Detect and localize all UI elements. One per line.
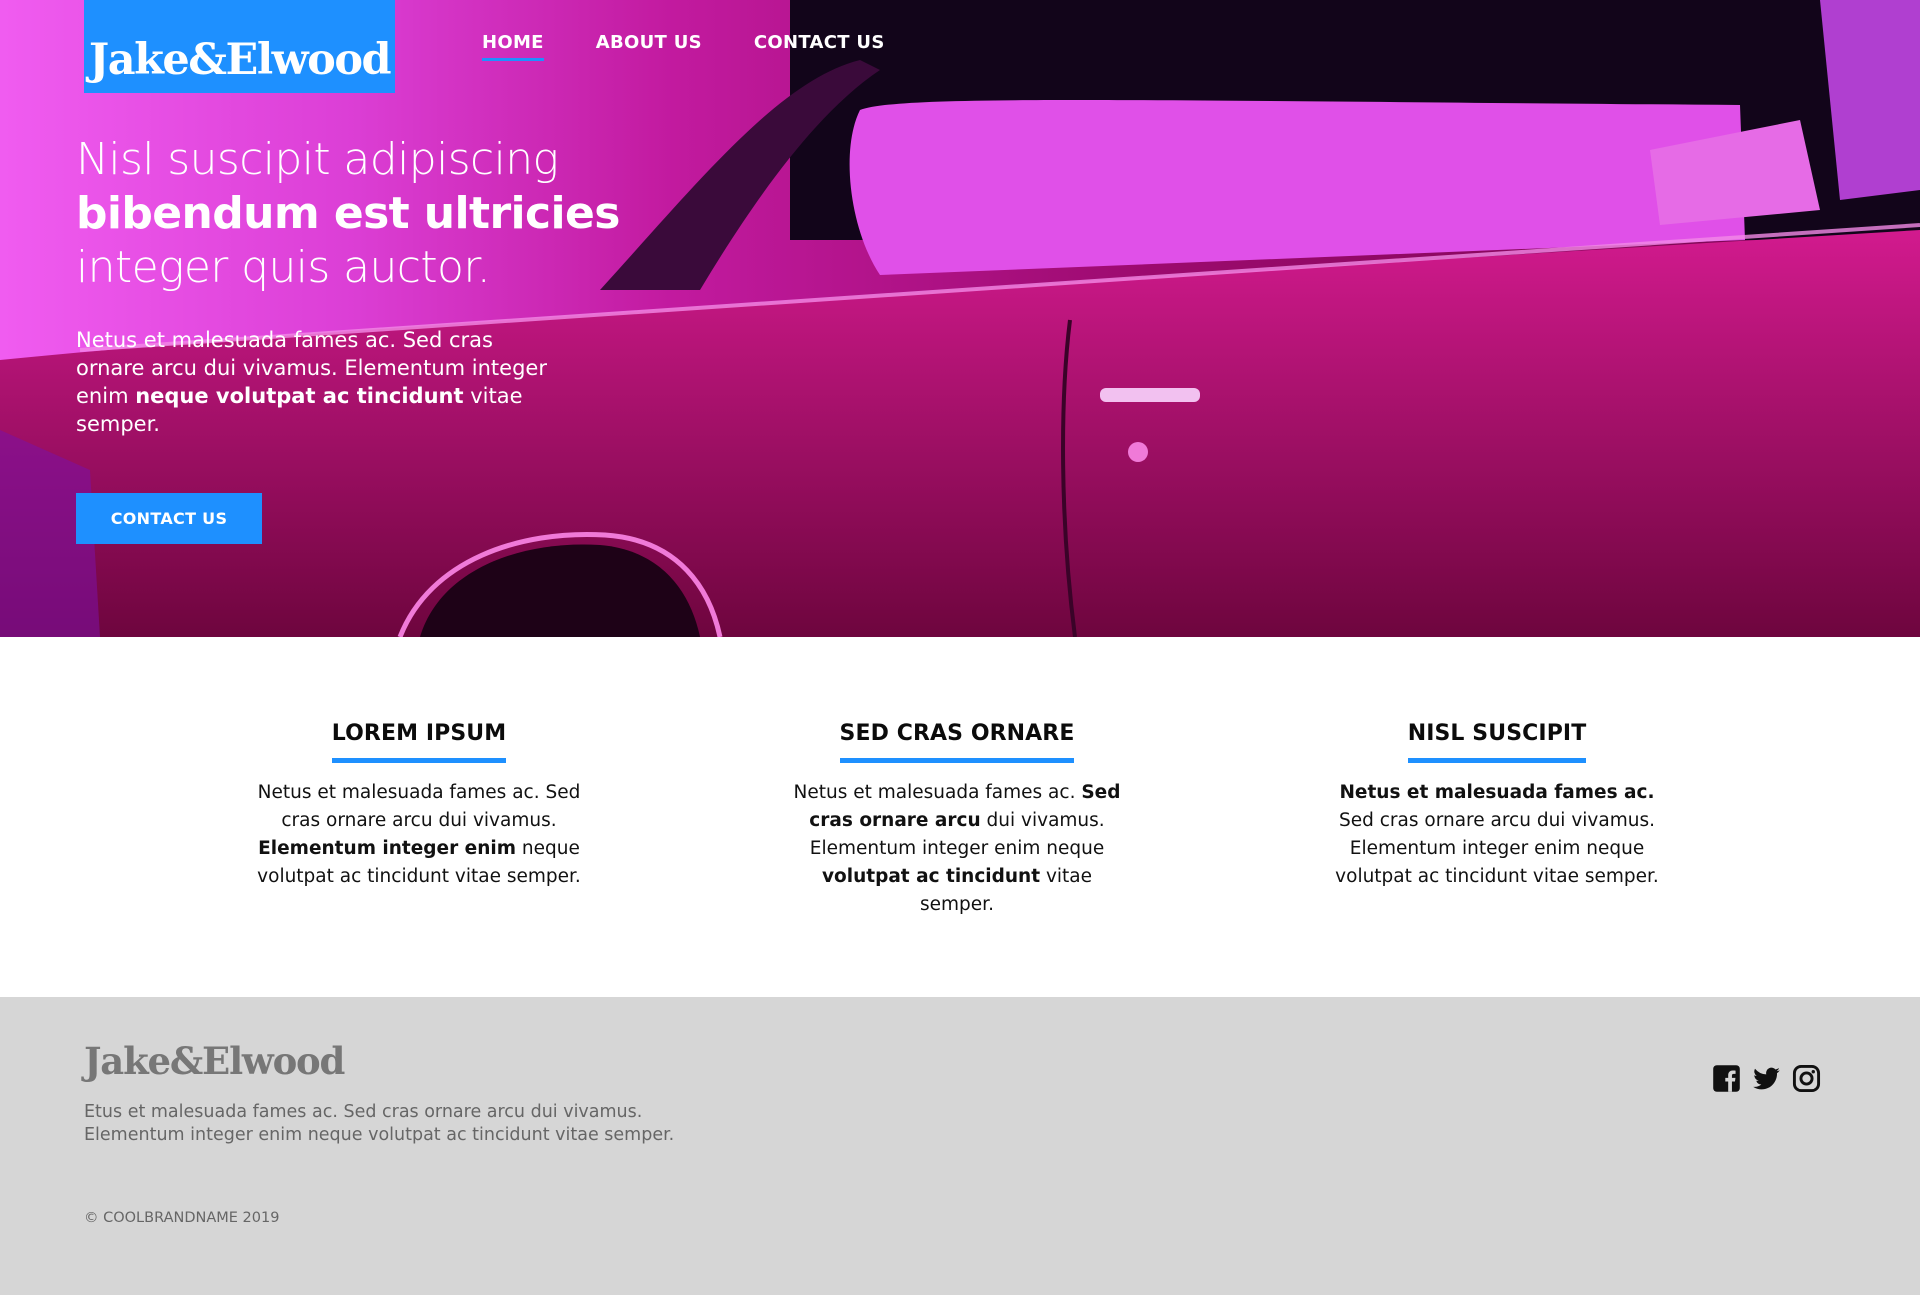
footer: Jake&Elwood Etus et malesuada fames ac. …: [0, 997, 1920, 1295]
features-section: LOREM IPSUM Netus et malesuada fames ac.…: [0, 637, 1920, 997]
social-links: [1712, 1064, 1821, 1093]
main-nav: HOME ABOUT US CONTACT US: [482, 32, 885, 61]
footer-description: Etus et malesuada fames ac. Sed cras orn…: [84, 1102, 675, 1145]
twitter-icon[interactable]: [1752, 1064, 1781, 1093]
nav-item-about-us[interactable]: ABOUT US: [596, 32, 702, 61]
instagram-icon[interactable]: [1792, 1064, 1821, 1093]
hero-text-bold: neque volutpat ac tincidunt: [135, 384, 464, 408]
hero-car-image: [0, 0, 1920, 637]
facebook-icon[interactable]: [1712, 1064, 1741, 1093]
feature-text: Netus et malesuada fames ac. Sed cras or…: [254, 779, 584, 891]
feature-text-part: Sed cras ornare arcu dui vivamus. Elemen…: [1335, 810, 1659, 887]
hero-title-line3: integer quis auctor.: [76, 242, 491, 293]
hero-description: Netus et malesuada fames ac. Sed cras or…: [76, 326, 566, 438]
hero-section: Jake&Elwood HOME ABOUT US CONTACT US Nis…: [0, 0, 1920, 637]
feature-title: SED CRAS ORNARE: [839, 721, 1075, 763]
feature-lorem-ipsum: LOREM IPSUM Netus et malesuada fames ac.…: [254, 721, 584, 891]
hero-title-line2: bibendum est ultricies: [76, 188, 620, 239]
feature-title: NISL SUSCIPIT: [1407, 721, 1587, 763]
feature-text-bold: volutpat ac tincidunt: [821, 866, 1041, 887]
nav-item-home[interactable]: HOME: [482, 32, 544, 61]
feature-text-part: Netus et malesuada fames ac.: [793, 782, 1082, 803]
brand-logo[interactable]: Jake&Elwood: [84, 0, 395, 93]
feature-text: Netus et malesuada fames ac. Sed cras or…: [792, 779, 1122, 919]
feature-nisl-suscipit: NISL SUSCIPIT Netus et malesuada fames a…: [1332, 721, 1662, 891]
feature-text-bold: Netus et malesuada fames ac.: [1339, 782, 1655, 803]
hero-title-line1: Nisl suscipit adipiscing: [76, 134, 559, 185]
contact-us-button[interactable]: CONTACT US: [76, 493, 262, 544]
nav-item-contact-us[interactable]: CONTACT US: [754, 32, 885, 61]
copyright-text: © COOLBRANDNAME 2019: [84, 1210, 280, 1226]
hero-title: Nisl suscipit adipiscing bibendum est ul…: [76, 133, 620, 295]
brand-logo-text: Jake&Elwood: [88, 35, 392, 85]
feature-sed-cras-ornare: SED CRAS ORNARE Netus et malesuada fames…: [792, 721, 1122, 919]
feature-title: LOREM IPSUM: [331, 721, 507, 763]
feature-text-bold: Elementum integer enim: [258, 838, 516, 859]
footer-logo[interactable]: Jake&Elwood: [84, 1039, 345, 1083]
feature-text: Netus et malesuada fames ac. Sed cras or…: [1332, 779, 1662, 891]
feature-text-part: Netus et malesuada fames ac. Sed cras or…: [257, 782, 581, 831]
